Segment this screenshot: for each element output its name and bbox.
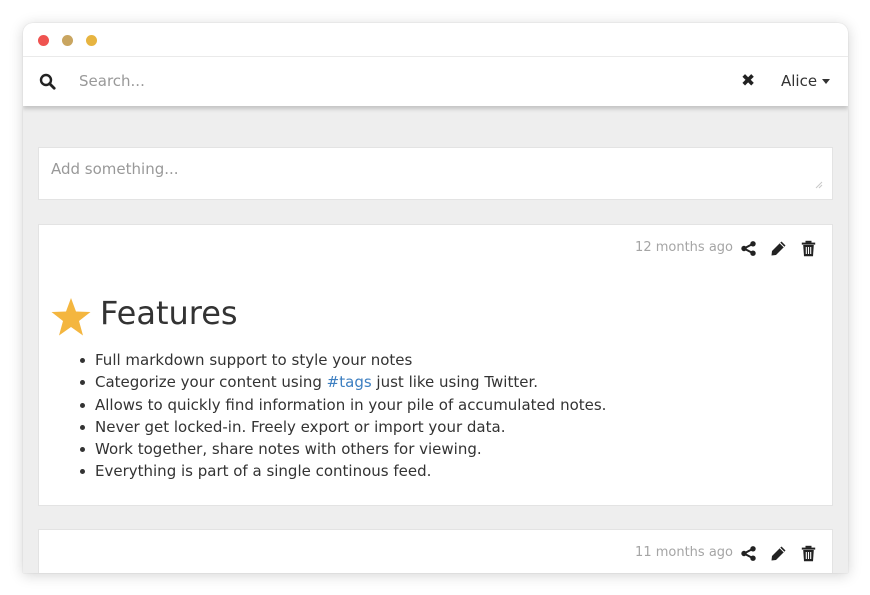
- note-title: Features: [100, 294, 238, 332]
- tag-link[interactable]: #tags: [327, 373, 372, 391]
- user-name: Alice: [781, 72, 818, 90]
- share-icon[interactable]: [740, 240, 757, 257]
- search-input[interactable]: [79, 69, 639, 93]
- note-timestamp: 12 months ago: [635, 240, 733, 255]
- close-window-button[interactable]: [38, 35, 49, 46]
- edit-icon[interactable]: [770, 545, 787, 562]
- title-bar: [23, 23, 848, 57]
- maximize-window-button[interactable]: [86, 35, 97, 46]
- note-card: 11 months ago: [38, 529, 833, 573]
- new-note-composer: [38, 147, 833, 200]
- chevron-down-icon: [822, 79, 831, 84]
- delete-icon[interactable]: [800, 545, 817, 562]
- star-icon: [51, 298, 91, 336]
- search-bar: ✖ Alice: [23, 57, 848, 106]
- user-menu[interactable]: Alice: [781, 70, 831, 92]
- list-item: Never get locked-in. Freely export or im…: [79, 416, 606, 438]
- list-item: Everything is part of a single continous…: [79, 460, 606, 482]
- resize-handle-icon[interactable]: [815, 181, 823, 189]
- list-item: Full markdown support to style your note…: [79, 349, 606, 371]
- feature-list: Full markdown support to style your note…: [79, 349, 606, 483]
- share-icon[interactable]: [740, 545, 757, 562]
- note-card: 12 months ago Features Full markdown sup…: [38, 224, 833, 506]
- close-icon[interactable]: ✖: [741, 70, 755, 92]
- list-item: Work together, share notes with others f…: [79, 438, 606, 460]
- list-item: Allows to quickly find information in yo…: [79, 394, 606, 416]
- delete-icon[interactable]: [800, 240, 817, 257]
- note-timestamp: 11 months ago: [635, 545, 733, 560]
- search-icon[interactable]: [39, 73, 56, 90]
- list-item: Categorize your content using #tags just…: [79, 371, 606, 393]
- edit-icon[interactable]: [770, 240, 787, 257]
- app-window: ✖ Alice 12 months ago: [23, 23, 848, 573]
- minimize-window-button[interactable]: [62, 35, 73, 46]
- new-note-input[interactable]: [51, 160, 811, 190]
